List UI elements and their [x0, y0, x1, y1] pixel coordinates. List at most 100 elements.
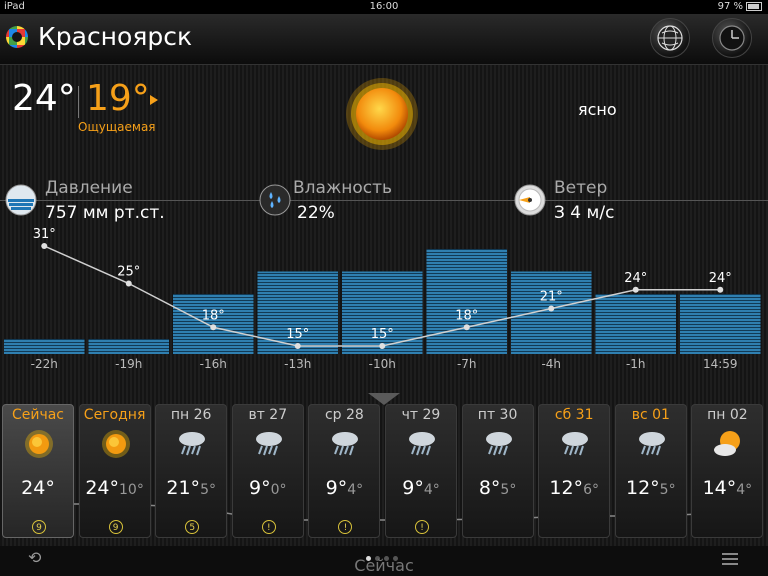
day-temperature: 9°0° — [233, 477, 303, 499]
day-temperature: 12°5° — [616, 477, 686, 499]
day-temperature: 9°4° — [309, 477, 379, 499]
selection-pointer — [368, 393, 400, 405]
clock-icon — [719, 25, 745, 51]
uv-badge: ! — [338, 520, 353, 534]
temp-label: 18° — [202, 308, 225, 323]
storm-icon — [409, 432, 435, 456]
hour-tick: -1h — [626, 357, 646, 371]
temp-point — [379, 343, 386, 349]
day-low: 5° — [200, 482, 216, 498]
current-temperature: 24° — [12, 78, 76, 119]
temp-point — [463, 324, 470, 331]
humidity-icon — [259, 184, 291, 216]
feels-arrow-icon[interactable] — [150, 95, 158, 105]
hour-bar — [173, 294, 254, 354]
day-temperature: 14°4° — [692, 477, 762, 499]
wind-compass-icon — [514, 184, 546, 216]
bottom-label: Сейчас — [354, 556, 414, 575]
hour-tick: 14:59 — [703, 357, 738, 371]
uv-badge: 5 — [185, 520, 200, 534]
day-card[interactable]: Сегодня 24°10° 9 — [78, 404, 151, 538]
temp-label: 24° — [709, 271, 732, 286]
wind-label: Ветер — [554, 178, 608, 198]
day-name: Сейчас — [11, 407, 65, 423]
day-low: 5° — [500, 482, 517, 498]
sun-icon — [25, 430, 53, 458]
condition-text: ясно — [578, 100, 617, 119]
storm-icon — [255, 432, 282, 456]
day-name: чт 29 — [401, 407, 441, 423]
temp-label: 31° — [33, 227, 56, 242]
status-bar: iPad 16:00 97 % — [0, 0, 768, 14]
city-title[interactable]: Красноярск — [38, 22, 192, 51]
day-temperature: 21°5° — [156, 477, 226, 499]
uv-badge: ! — [415, 520, 429, 534]
uv-badge: ! — [261, 520, 276, 534]
day-card[interactable]: вс 01 12°5° — [614, 404, 687, 538]
temp-label: 18° — [455, 308, 478, 323]
temp-point — [41, 243, 48, 249]
temp-point — [125, 280, 132, 287]
day-card[interactable]: пн 02 14°4° — [691, 404, 764, 538]
day-high: 14° — [702, 477, 737, 499]
day-high: 8° — [478, 477, 501, 499]
humidity-label: Влажность — [293, 178, 393, 198]
day-high: 21° — [166, 477, 201, 499]
day-high: 12° — [549, 477, 584, 499]
menu-button[interactable] — [722, 550, 738, 568]
day-low: 6° — [583, 482, 599, 498]
temp-point — [717, 286, 724, 293]
day-card[interactable]: ср 28 9°4°! — [308, 404, 381, 538]
day-low: 10° — [119, 482, 144, 498]
battery-status: 97 % — [718, 1, 762, 12]
day-high: 9° — [402, 477, 424, 499]
day-card[interactable]: пт 30 8°5° — [461, 404, 534, 538]
hour-bar — [88, 339, 169, 354]
day-name: вт 27 — [248, 407, 288, 423]
hourly-temperature-chart: 31° 25° 18° 15° 15° 18° 21° 24° 24° -22h -19h -16h… — [4, 227, 761, 371]
temp-point — [632, 286, 639, 293]
battery-text: 97 % — [717, 1, 743, 12]
hour-tick: -22h — [31, 357, 58, 371]
wind-value: З 4 м/с — [554, 203, 615, 223]
day-card[interactable]: Сейчас 24° 9 — [2, 404, 74, 538]
temp-label: 25° — [117, 265, 140, 280]
day-name: пт 30 — [477, 407, 518, 423]
humidity-value: 22% — [297, 203, 335, 223]
pressure-label: Давление — [45, 178, 133, 198]
sun-icon — [101, 430, 130, 458]
day-high: 12° — [625, 477, 660, 499]
uv-badge: 9 — [108, 520, 123, 534]
partly-cloudy-icon — [714, 431, 741, 456]
temp-label: 21° — [540, 290, 563, 305]
day-card[interactable]: сб 31 12°6° — [538, 404, 611, 538]
sun-icon — [346, 78, 418, 150]
globe-button[interactable] — [650, 18, 690, 58]
hour-tick: -7h — [457, 357, 477, 371]
clock-button[interactable] — [712, 18, 752, 58]
hour-bar — [511, 271, 592, 354]
day-temperature: 9°4° — [386, 477, 456, 499]
day-card[interactable]: вт 27 9°0°! — [231, 404, 304, 538]
storm-icon — [562, 432, 589, 456]
day-high: 24° — [85, 477, 120, 499]
day-temperature: 12°6° — [539, 477, 609, 499]
feels-like-label: Ощущаемая — [78, 120, 156, 134]
hour-bar — [680, 294, 761, 354]
info-divider — [0, 200, 768, 201]
temp-label: 15° — [286, 327, 309, 342]
day-high: 9° — [325, 477, 348, 499]
day-temperature: 24°10° — [80, 477, 150, 499]
day-name: Сегодня — [83, 407, 146, 423]
clock: 16:00 — [369, 1, 399, 12]
hour-bar — [426, 249, 507, 354]
storm-icon — [638, 432, 665, 456]
day-card[interactable]: чт 29 9°4°! — [385, 404, 457, 538]
temp-point — [294, 343, 301, 349]
feels-like-temperature[interactable]: 19° — [86, 78, 150, 119]
day-temperature: 8°5° — [463, 477, 533, 499]
day-high: 9° — [249, 477, 271, 499]
day-name: пн 02 — [707, 407, 748, 423]
hour-bar — [595, 294, 676, 354]
day-card[interactable]: пн 26 21°5° 5 — [155, 404, 228, 538]
